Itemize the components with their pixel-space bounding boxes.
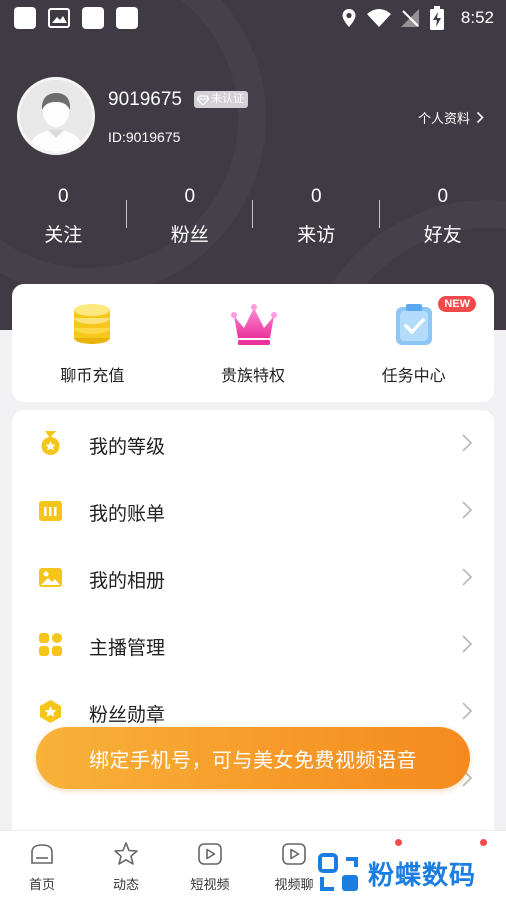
location-icon xyxy=(341,8,357,33)
profile-header: 8:52 9019675 未认证 ID:9019675 个人资料 0 关注 0 … xyxy=(0,0,506,330)
new-badge: NEW xyxy=(438,296,476,312)
default-avatar-icon xyxy=(20,80,92,152)
avatar[interactable] xyxy=(17,77,95,155)
menu-item-bill[interactable]: 我的账单 xyxy=(12,477,494,544)
stat-label: 关注 xyxy=(0,220,127,247)
recharge-button[interactable]: 聊币充值 xyxy=(12,284,173,402)
menu-item-label: 我的账单 xyxy=(89,499,165,526)
task-center-button[interactable]: 任务中心 NEW xyxy=(333,284,494,402)
tab-short-video[interactable]: 短视频 xyxy=(168,831,252,901)
notification-icon xyxy=(82,7,104,29)
signal-off-icon xyxy=(400,8,420,33)
medal-icon xyxy=(38,431,63,456)
chevron-right-icon xyxy=(476,111,484,124)
home-icon xyxy=(29,841,55,867)
profile-link[interactable]: 个人资料 xyxy=(418,108,484,127)
chevron-right-icon xyxy=(460,700,474,722)
notification-icon xyxy=(14,7,36,29)
bind-phone-banner-text: 绑定手机号，可与美女免费视频语音 xyxy=(89,744,417,773)
coin-stack-icon xyxy=(69,302,115,348)
stat-value: 0 xyxy=(253,186,380,208)
notification-dot xyxy=(395,839,402,846)
status-bar: 8:52 xyxy=(0,0,506,36)
verify-badge-label: 未认证 xyxy=(211,91,244,108)
grid-icon xyxy=(38,632,63,657)
verify-badge[interactable]: 未认证 xyxy=(194,91,248,108)
menu-item-label: 主播管理 xyxy=(89,633,165,660)
menu-item-album[interactable]: 我的相册 xyxy=(12,544,494,611)
profile-link-label: 个人资料 xyxy=(418,108,470,127)
watermark-text: 粉蝶数码 xyxy=(368,855,476,892)
task-center-label: 任务中心 xyxy=(333,362,494,386)
stat-divider xyxy=(379,200,380,228)
task-clipboard-icon xyxy=(391,302,437,348)
stat-divider xyxy=(126,200,127,228)
stat-value: 0 xyxy=(0,186,127,208)
battery-charging-icon xyxy=(430,6,444,35)
watermark: 粉蝶数码 xyxy=(318,846,506,900)
stat-label: 好友 xyxy=(380,220,506,247)
tab-moments[interactable]: 动态 xyxy=(84,831,168,901)
menu-item-anchor-manage[interactable]: 主播管理 xyxy=(12,611,494,678)
notification-icon xyxy=(116,7,138,29)
play-icon xyxy=(197,841,223,867)
video-icon xyxy=(281,841,307,867)
diamond-icon xyxy=(197,95,209,105)
chevron-right-icon xyxy=(460,499,474,521)
status-clock: 8:52 xyxy=(461,8,494,28)
menu-item-label: 我的等级 xyxy=(89,432,165,459)
star-icon xyxy=(113,841,139,867)
menu-item-label: 粉丝勋章 xyxy=(89,700,165,727)
menu-item-label: 我的相册 xyxy=(89,566,165,593)
quick-actions-card: 聊币充值 贵族特权 任务中心 NEW xyxy=(12,284,494,402)
stat-friends[interactable]: 0 好友 xyxy=(380,186,506,246)
stat-value: 0 xyxy=(127,186,254,208)
bind-phone-banner[interactable]: 绑定手机号，可与美女免费视频语音 xyxy=(36,727,470,789)
stat-fans[interactable]: 0 粉丝 xyxy=(127,186,254,246)
chevron-right-icon xyxy=(460,432,474,454)
bill-icon xyxy=(38,498,63,523)
tab-label: 首页 xyxy=(0,874,84,893)
vip-privilege-label: 贵族特权 xyxy=(173,362,334,386)
photo-icon xyxy=(38,565,63,590)
username: 9019675 xyxy=(108,89,182,111)
chevron-right-icon xyxy=(460,633,474,655)
watermark-logo-icon xyxy=(318,853,360,893)
user-id: ID:9019675 xyxy=(108,129,180,145)
recharge-label: 聊币充值 xyxy=(12,362,173,386)
crown-icon xyxy=(230,302,276,348)
wifi-icon xyxy=(366,8,392,33)
star-badge-icon xyxy=(38,699,63,724)
image-notification-icon xyxy=(48,8,70,33)
chevron-right-icon xyxy=(460,566,474,588)
stat-label: 来访 xyxy=(253,220,380,247)
stat-visitors[interactable]: 0 来访 xyxy=(253,186,380,246)
tab-label: 动态 xyxy=(84,874,168,893)
stat-following[interactable]: 0 关注 xyxy=(0,186,127,246)
stats-row: 0 关注 0 粉丝 0 来访 0 好友 xyxy=(0,186,506,246)
tab-label: 短视频 xyxy=(168,874,252,893)
menu-item-level[interactable]: 我的等级 xyxy=(12,410,494,477)
tab-home[interactable]: 首页 xyxy=(0,831,84,901)
vip-privilege-button[interactable]: 贵族特权 xyxy=(173,284,334,402)
notification-dot xyxy=(480,839,487,846)
stat-value: 0 xyxy=(380,186,506,208)
stat-label: 粉丝 xyxy=(127,220,254,247)
stat-divider xyxy=(252,200,253,228)
